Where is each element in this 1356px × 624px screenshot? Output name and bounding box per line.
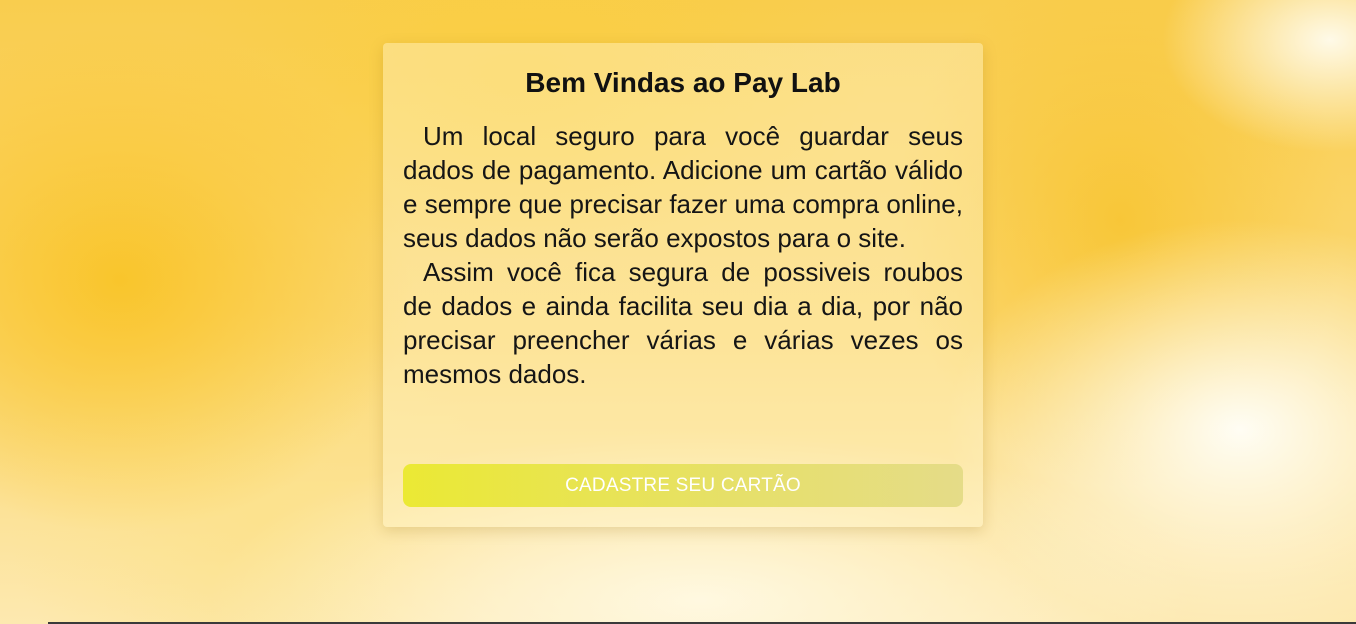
register-card-button[interactable]: CADASTRE SEU CARTÃO xyxy=(403,464,963,507)
page-title: Bem Vindas ao Pay Lab xyxy=(525,67,841,98)
benefits-paragraph: Assim você fica segura de possiveis roub… xyxy=(403,257,963,389)
welcome-card: Bem Vindas ao Pay Lab Um local seguro pa… xyxy=(383,43,983,527)
intro-paragraph: Um local seguro para você guardar seus d… xyxy=(403,121,963,253)
